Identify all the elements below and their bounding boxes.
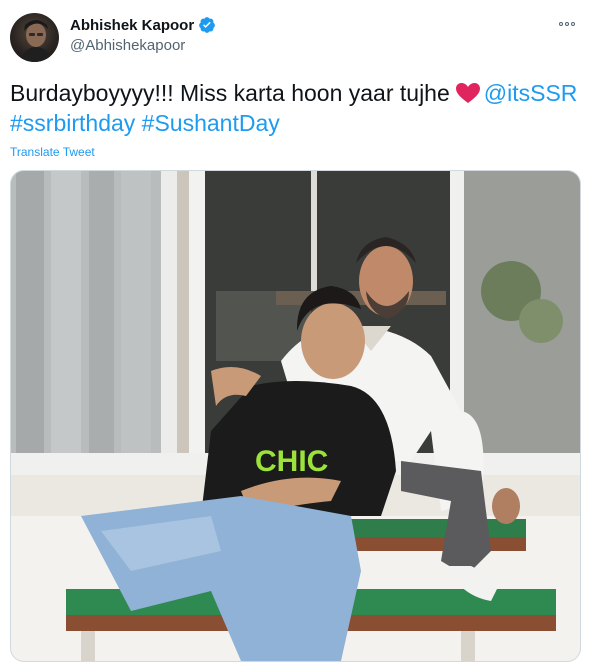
verified-badge-icon [198,16,216,34]
author-block: Abhishek Kapoor @Abhishekapoor [70,14,216,54]
red-heart-icon [455,81,481,103]
mention-link[interactable]: @itsSSR [484,80,578,106]
dot-icon [565,22,569,26]
dot-icon [559,22,563,26]
tweet: Abhishek Kapoor @Abhishekapoor Burdayboy… [0,0,593,662]
hashtag-link[interactable]: #ssrbirthday [10,110,135,136]
avatar[interactable] [10,13,59,62]
display-name[interactable]: Abhishek Kapoor [70,17,194,34]
shirt-print: CHIC [255,445,328,478]
handle[interactable]: @Abhishekapoor [70,37,216,54]
tweet-text-intro: Burdayboyyyy!!! Miss karta hoon yaar tuj… [10,80,450,106]
tweet-photo[interactable]: CHIC [10,170,581,662]
tweet-text: Burdayboyyyy!!! Miss karta hoon yaar tuj… [10,78,585,138]
hashtag-link[interactable]: #SushantDay [142,110,280,136]
name-row: Abhishek Kapoor [70,14,216,36]
translate-tweet-link[interactable]: Translate Tweet [10,145,95,159]
dot-icon [571,22,575,26]
more-options-icon[interactable] [553,14,581,34]
